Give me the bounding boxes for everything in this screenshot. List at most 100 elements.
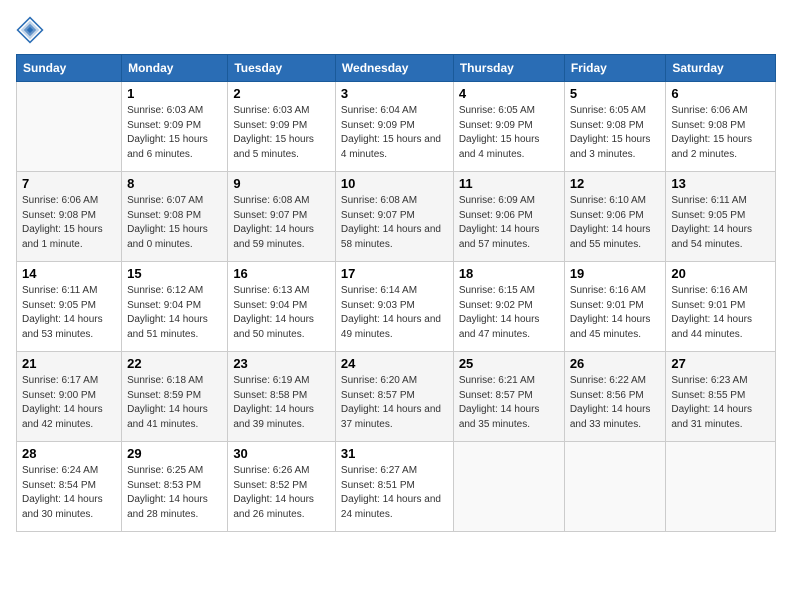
day-info: Sunrise: 6:11 AMSunset: 9:05 PMDaylight:… <box>671 194 770 252</box>
day-number: 11 <box>459 176 559 191</box>
day-number: 17 <box>341 266 448 281</box>
day-info: Sunrise: 6:13 AMSunset: 9:04 PMDaylight:… <box>233 284 330 342</box>
calendar-cell: 18 Sunrise: 6:15 AMSunset: 9:02 PMDayligh… <box>453 262 564 352</box>
day-number: 2 <box>233 86 330 101</box>
calendar-cell: 7 Sunrise: 6:06 AMSunset: 9:08 PMDaylight… <box>17 172 122 262</box>
day-info: Sunrise: 6:20 AMSunset: 8:57 PMDaylight:… <box>341 374 448 432</box>
weekday-header-friday: Friday <box>564 55 666 82</box>
day-number: 21 <box>22 356 116 371</box>
calendar-week-row: 7 Sunrise: 6:06 AMSunset: 9:08 PMDaylight… <box>17 172 776 262</box>
day-info: Sunrise: 6:06 AMSunset: 9:08 PMDaylight:… <box>671 104 770 162</box>
day-info: Sunrise: 6:22 AMSunset: 8:56 PMDaylight:… <box>570 374 661 432</box>
day-number: 15 <box>127 266 222 281</box>
calendar-cell: 26Sunrise: 6:22 AMSunset: 8:56 PMDayligh… <box>564 352 666 442</box>
calendar-cell: 24 Sunrise: 6:20 AMSunset: 8:57 PMDayligh… <box>335 352 453 442</box>
day-number: 29 <box>127 446 222 461</box>
logo <box>16 16 48 44</box>
day-info: Sunrise: 6:14 AMSunset: 9:03 PMDaylight:… <box>341 284 448 342</box>
calendar-cell: 3 Sunrise: 6:04 AMSunset: 9:09 PMDaylight… <box>335 82 453 172</box>
day-number: 23 <box>233 356 330 371</box>
calendar-cell: 23 Sunrise: 6:19 AMSunset: 8:58 PMDayligh… <box>228 352 336 442</box>
calendar-cell <box>666 442 776 532</box>
logo-icon <box>16 16 44 44</box>
day-info: Sunrise: 6:11 AMSunset: 9:05 PMDaylight:… <box>22 284 116 342</box>
weekday-header-tuesday: Tuesday <box>228 55 336 82</box>
weekday-header-saturday: Saturday <box>666 55 776 82</box>
day-info: Sunrise: 6:17 AMSunset: 9:00 PMDaylight:… <box>22 374 116 432</box>
calendar-cell: 2Sunrise: 6:03 AMSunset: 9:09 PMDaylight… <box>228 82 336 172</box>
calendar-cell: 19 Sunrise: 6:16 AMSunset: 9:01 PMDayligh… <box>564 262 666 352</box>
day-number: 30 <box>233 446 330 461</box>
calendar-table: SundayMondayTuesdayWednesdayThursdayFrid… <box>16 54 776 532</box>
weekday-header-wednesday: Wednesday <box>335 55 453 82</box>
day-number: 8 <box>127 176 222 191</box>
day-number: 22 <box>127 356 222 371</box>
day-number: 31 <box>341 446 448 461</box>
calendar-cell: 25 Sunrise: 6:21 AMSunset: 8:57 PMDayligh… <box>453 352 564 442</box>
day-number: 18 <box>459 266 559 281</box>
day-info: Sunrise: 6:25 AMSunset: 8:53 PMDaylight:… <box>127 464 222 522</box>
calendar-cell: 30 Sunrise: 6:26 AMSunset: 8:52 PMDayligh… <box>228 442 336 532</box>
calendar-cell: 10 Sunrise: 6:08 AMSunset: 9:07 PMDayligh… <box>335 172 453 262</box>
day-info: Sunrise: 6:16 AMSunset: 9:01 PMDaylight:… <box>671 284 770 342</box>
day-info: Sunrise: 6:12 AMSunset: 9:04 PMDaylight:… <box>127 284 222 342</box>
day-info: Sunrise: 6:10 AMSunset: 9:06 PMDaylight:… <box>570 194 661 252</box>
calendar-cell: 31 Sunrise: 6:27 AMSunset: 8:51 PMDayligh… <box>335 442 453 532</box>
calendar-week-row: 21 Sunrise: 6:17 AMSunset: 9:00 PMDayligh… <box>17 352 776 442</box>
day-info: Sunrise: 6:23 AMSunset: 8:55 PMDaylight:… <box>671 374 770 432</box>
day-number: 3 <box>341 86 448 101</box>
calendar-cell: 20 Sunrise: 6:16 AMSunset: 9:01 PMDayligh… <box>666 262 776 352</box>
calendar-cell: 22 Sunrise: 6:18 AMSunset: 8:59 PMDayligh… <box>122 352 228 442</box>
day-info: Sunrise: 6:09 AMSunset: 9:06 PMDaylight:… <box>459 194 559 252</box>
calendar-cell: 8 Sunrise: 6:07 AMSunset: 9:08 PMDaylight… <box>122 172 228 262</box>
day-number: 24 <box>341 356 448 371</box>
calendar-cell: 28Sunrise: 6:24 AMSunset: 8:54 PMDayligh… <box>17 442 122 532</box>
day-number: 13 <box>671 176 770 191</box>
calendar-cell: 13 Sunrise: 6:11 AMSunset: 9:05 PMDayligh… <box>666 172 776 262</box>
calendar-cell: 21 Sunrise: 6:17 AMSunset: 9:00 PMDayligh… <box>17 352 122 442</box>
calendar-cell <box>564 442 666 532</box>
day-info: Sunrise: 6:08 AMSunset: 9:07 PMDaylight:… <box>341 194 448 252</box>
calendar-cell <box>453 442 564 532</box>
day-number: 25 <box>459 356 559 371</box>
calendar-cell: 16Sunrise: 6:13 AMSunset: 9:04 PMDayligh… <box>228 262 336 352</box>
day-number: 4 <box>459 86 559 101</box>
day-number: 1 <box>127 86 222 101</box>
calendar-week-row: 1 Sunrise: 6:03 AMSunset: 9:09 PMDaylight… <box>17 82 776 172</box>
day-number: 19 <box>570 266 661 281</box>
day-info: Sunrise: 6:24 AMSunset: 8:54 PMDaylight:… <box>22 464 116 522</box>
day-number: 9 <box>233 176 330 191</box>
day-info: Sunrise: 6:05 AMSunset: 9:09 PMDaylight:… <box>459 104 559 162</box>
day-info: Sunrise: 6:06 AMSunset: 9:08 PMDaylight:… <box>22 194 116 252</box>
calendar-cell: 27 Sunrise: 6:23 AMSunset: 8:55 PMDayligh… <box>666 352 776 442</box>
weekday-header-thursday: Thursday <box>453 55 564 82</box>
day-info: Sunrise: 6:21 AMSunset: 8:57 PMDaylight:… <box>459 374 559 432</box>
day-info: Sunrise: 6:04 AMSunset: 9:09 PMDaylight:… <box>341 104 448 162</box>
calendar-week-row: 14 Sunrise: 6:11 AMSunset: 9:05 PMDayligh… <box>17 262 776 352</box>
weekday-header-monday: Monday <box>122 55 228 82</box>
calendar-cell: 5Sunrise: 6:05 AMSunset: 9:08 PMDaylight… <box>564 82 666 172</box>
day-number: 10 <box>341 176 448 191</box>
day-info: Sunrise: 6:26 AMSunset: 8:52 PMDaylight:… <box>233 464 330 522</box>
weekday-header-row: SundayMondayTuesdayWednesdayThursdayFrid… <box>17 55 776 82</box>
day-info: Sunrise: 6:18 AMSunset: 8:59 PMDaylight:… <box>127 374 222 432</box>
day-info: Sunrise: 6:27 AMSunset: 8:51 PMDaylight:… <box>341 464 448 522</box>
day-number: 12 <box>570 176 661 191</box>
calendar-cell: 17 Sunrise: 6:14 AMSunset: 9:03 PMDayligh… <box>335 262 453 352</box>
calendar-cell: 29 Sunrise: 6:25 AMSunset: 8:53 PMDayligh… <box>122 442 228 532</box>
day-number: 6 <box>671 86 770 101</box>
day-number: 27 <box>671 356 770 371</box>
day-number: 7 <box>22 176 116 191</box>
day-info: Sunrise: 6:19 AMSunset: 8:58 PMDaylight:… <box>233 374 330 432</box>
day-number: 14 <box>22 266 116 281</box>
day-info: Sunrise: 6:08 AMSunset: 9:07 PMDaylight:… <box>233 194 330 252</box>
day-info: Sunrise: 6:07 AMSunset: 9:08 PMDaylight:… <box>127 194 222 252</box>
day-info: Sunrise: 6:03 AMSunset: 9:09 PMDaylight:… <box>127 104 222 162</box>
day-number: 5 <box>570 86 661 101</box>
calendar-cell: 12 Sunrise: 6:10 AMSunset: 9:06 PMDayligh… <box>564 172 666 262</box>
day-number: 20 <box>671 266 770 281</box>
day-info: Sunrise: 6:16 AMSunset: 9:01 PMDaylight:… <box>570 284 661 342</box>
calendar-cell: 15 Sunrise: 6:12 AMSunset: 9:04 PMDayligh… <box>122 262 228 352</box>
calendar-cell: 4 Sunrise: 6:05 AMSunset: 9:09 PMDaylight… <box>453 82 564 172</box>
day-info: Sunrise: 6:15 AMSunset: 9:02 PMDaylight:… <box>459 284 559 342</box>
